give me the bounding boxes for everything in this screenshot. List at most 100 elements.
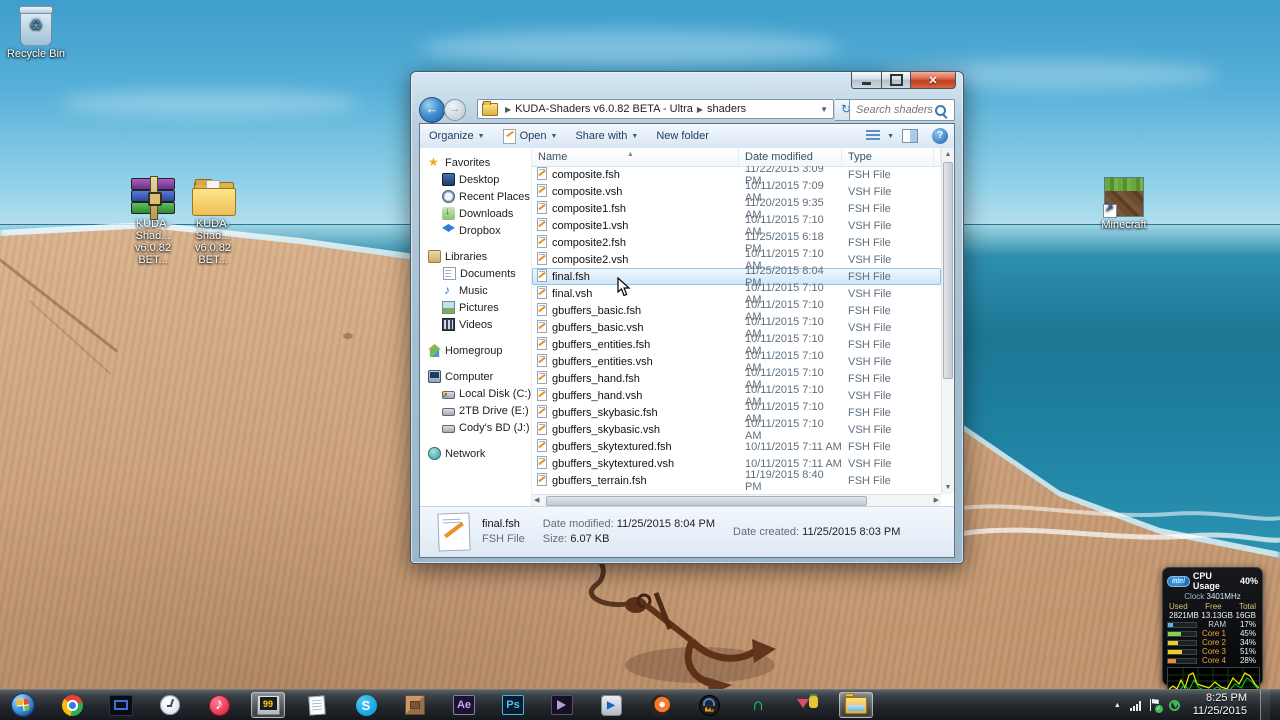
breadcrumb-root[interactable]: KUDA-Shaders v6.0.82 BETA - Ultra bbox=[515, 103, 693, 115]
chrome-button[interactable] bbox=[55, 692, 89, 718]
skype-button[interactable]: S bbox=[349, 692, 383, 718]
column-header-size[interactable]: Size bbox=[934, 148, 941, 166]
file-type: VSH File bbox=[842, 322, 934, 334]
file-row[interactable]: gbuffers_terrain.fsh 11/19/2015 8:40 PM … bbox=[532, 472, 941, 489]
cube-app-button[interactable] bbox=[398, 692, 432, 718]
sidebar-item-computer[interactable]: Computer bbox=[420, 368, 531, 385]
file-row[interactable]: composite.fsh 11/22/2015 3:09 PM FSH Fil… bbox=[532, 166, 941, 183]
audacity-button[interactable] bbox=[692, 692, 726, 718]
file-row[interactable]: gbuffers_skybasic.vsh 10/11/2015 7:10 AM… bbox=[532, 421, 941, 438]
sidebar-item-documents[interactable]: Documents bbox=[420, 265, 531, 282]
sidebar-item-music[interactable]: Music bbox=[420, 282, 531, 299]
file-row[interactable]: composite2.fsh 11/25/2015 6:18 PM FSH Fi… bbox=[532, 234, 941, 251]
address-dropdown-icon[interactable]: ▼ bbox=[815, 105, 833, 114]
show-hidden-icons-button[interactable]: ▲ bbox=[1114, 702, 1121, 709]
file-row[interactable]: gbuffers_basic.fsh 10/11/2015 7:10 AM FS… bbox=[532, 302, 941, 319]
file-row[interactable]: gbuffers_entities.fsh 10/11/2015 7:10 AM… bbox=[532, 336, 941, 353]
file-row[interactable]: composite.vsh 10/11/2015 7:09 AM VSH Fil… bbox=[532, 183, 941, 200]
sidebar-item-homegroup[interactable]: Homegroup bbox=[420, 342, 531, 359]
scroll-down-arrow[interactable]: ▼ bbox=[942, 481, 954, 494]
file-row[interactable]: gbuffers_entities.vsh 10/11/2015 7:10 AM… bbox=[532, 353, 941, 370]
photoshop-button[interactable]: Ps bbox=[496, 692, 530, 718]
new-folder-button[interactable]: New folder bbox=[647, 124, 718, 148]
sidebar-item-recent-places[interactable]: Recent Places bbox=[420, 188, 531, 205]
green-app-button[interactable]: ∩ bbox=[741, 692, 775, 718]
desktop-icon-kuda-folder[interactable]: KUDA-Shad... v6.0.82 BET... bbox=[182, 180, 244, 266]
vid-icon bbox=[442, 318, 455, 331]
search-box[interactable]: Search shaders bbox=[849, 99, 955, 121]
file-row[interactable]: composite2.vsh 10/11/2015 7:10 AM VSH Fi… bbox=[532, 251, 941, 268]
column-header-type[interactable]: Type bbox=[842, 148, 934, 166]
change-view-icon[interactable] bbox=[866, 130, 880, 142]
scroll-up-arrow[interactable]: ▲ bbox=[942, 148, 954, 161]
file-row[interactable]: composite1.vsh 10/11/2015 7:10 AM VSH Fi… bbox=[532, 217, 941, 234]
windows-explorer-button[interactable] bbox=[839, 692, 873, 718]
action-center-icon[interactable]: ✓ bbox=[1150, 699, 1160, 711]
notepad-button[interactable] bbox=[300, 692, 334, 718]
file-row[interactable]: gbuffers_basic.vsh 10/11/2015 7:10 AM VS… bbox=[532, 319, 941, 336]
tray-clock[interactable]: 8:25 PM 11/25/2015 bbox=[1189, 692, 1247, 718]
file-row[interactable]: gbuffers_hand.fsh 10/11/2015 7:10 AM FSH… bbox=[532, 370, 941, 387]
fraps-button[interactable]: 99 bbox=[251, 692, 285, 718]
sidebar-item-videos[interactable]: Videos bbox=[420, 316, 531, 333]
breadcrumb-separator: ▶ bbox=[501, 105, 515, 114]
cpu-usage-value: 40% bbox=[1240, 576, 1258, 586]
breadcrumb-current[interactable]: shaders bbox=[707, 103, 746, 115]
show-desktop-button[interactable] bbox=[1260, 690, 1270, 720]
file-row[interactable]: composite1.fsh 11/20/2015 9:35 AM FSH Fi… bbox=[532, 200, 941, 217]
vegas-button[interactable]: ▶ bbox=[594, 692, 628, 718]
after-effects-button[interactable]: Ae bbox=[447, 692, 481, 718]
desktop-icon-minecraft[interactable]: Minecraft bbox=[1094, 177, 1154, 231]
close-button[interactable]: ✕ bbox=[910, 72, 956, 89]
file-row[interactable]: gbuffers_skytextured.vsh 10/11/2015 7:11… bbox=[532, 455, 941, 472]
sidebar-item-favorites[interactable]: Favorites bbox=[420, 154, 531, 171]
sidebar-item-local-disk-c-[interactable]: Local Disk (C:) bbox=[420, 385, 531, 402]
file-row[interactable]: gbuffers_hand.vsh 10/11/2015 7:10 AM VSH… bbox=[532, 387, 941, 404]
cocktail-app-button[interactable] bbox=[790, 692, 824, 718]
display-app-button[interactable] bbox=[104, 692, 138, 718]
back-button[interactable]: ← bbox=[419, 97, 445, 123]
vertical-scrollbar[interactable]: ▲ ▼ bbox=[941, 148, 954, 494]
sidebar-item-pictures[interactable]: Pictures bbox=[420, 299, 531, 316]
file-date-modified: 10/11/2015 7:10 AM bbox=[739, 418, 842, 442]
desktop-icon-recycle-bin[interactable]: Recycle Bin bbox=[4, 8, 68, 60]
desktop-icon-kuda-rar[interactable]: KUDA-Shad... v6.0.82 BET... bbox=[122, 178, 184, 266]
sidebar-item-network[interactable]: Network bbox=[420, 445, 531, 462]
file-row[interactable]: gbuffers_skybasic.fsh 10/11/2015 7:10 AM… bbox=[532, 404, 941, 421]
video-app-button[interactable] bbox=[545, 692, 579, 718]
start-button[interactable] bbox=[6, 692, 40, 718]
file-row[interactable]: final.fsh 11/25/2015 8:04 PM FSH File bbox=[532, 268, 941, 285]
sidebar-item-dropbox[interactable]: Dropbox bbox=[420, 222, 531, 239]
share-with-button[interactable]: Share with▼ bbox=[566, 124, 647, 148]
mem-used-label: Used bbox=[1169, 602, 1188, 611]
clock-app-button[interactable] bbox=[153, 692, 187, 718]
minimize-button[interactable] bbox=[851, 72, 882, 89]
net-icon bbox=[428, 447, 441, 460]
itunes-button[interactable]: ♪ bbox=[202, 692, 236, 718]
sidebar-item-cody-s-bd-j-[interactable]: Cody's BD (J:) bbox=[420, 419, 531, 436]
sidebar-item-2tb-drive-e-[interactable]: 2TB Drive (E:) bbox=[420, 402, 531, 419]
sync-icon[interactable] bbox=[1169, 700, 1180, 711]
chevron-down-icon[interactable]: ▼ bbox=[887, 133, 894, 140]
cpu-meter-gadget[interactable]: intel CPU Usage 40% Clock 3401MHz Used F… bbox=[1162, 567, 1263, 686]
help-icon[interactable]: ? bbox=[932, 128, 948, 144]
column-header-date-modified[interactable]: Date modified bbox=[739, 148, 842, 166]
open-button[interactable]: Open▼ bbox=[494, 124, 567, 148]
lib-icon bbox=[428, 250, 441, 263]
file-row[interactable]: final.vsh 10/11/2015 7:10 AM VSH File bbox=[532, 285, 941, 302]
sidebar-item-libraries[interactable]: Libraries bbox=[420, 248, 531, 265]
vertical-scrollbar-thumb[interactable] bbox=[943, 162, 953, 379]
forward-button[interactable]: → bbox=[444, 99, 466, 121]
address-bar[interactable]: ▶ KUDA-Shaders v6.0.82 BETA - Ultra ▶ sh… bbox=[477, 99, 834, 119]
organize-button[interactable]: Organize▼ bbox=[420, 124, 494, 148]
maximize-button[interactable] bbox=[882, 72, 910, 89]
horizontal-scrollbar-thumb[interactable] bbox=[546, 496, 867, 506]
column-header-name[interactable]: Name ▲ bbox=[532, 148, 739, 166]
network-icon[interactable] bbox=[1130, 700, 1141, 711]
sidebar-item-desktop[interactable]: Desktop bbox=[420, 171, 531, 188]
blender-button[interactable] bbox=[643, 692, 677, 718]
preview-pane-icon[interactable] bbox=[902, 129, 918, 143]
file-row[interactable]: gbuffers_skytextured.fsh 10/11/2015 7:11… bbox=[532, 438, 941, 455]
sidebar-item-downloads[interactable]: Downloads bbox=[420, 205, 531, 222]
nav-section: Homegroup bbox=[420, 342, 531, 359]
